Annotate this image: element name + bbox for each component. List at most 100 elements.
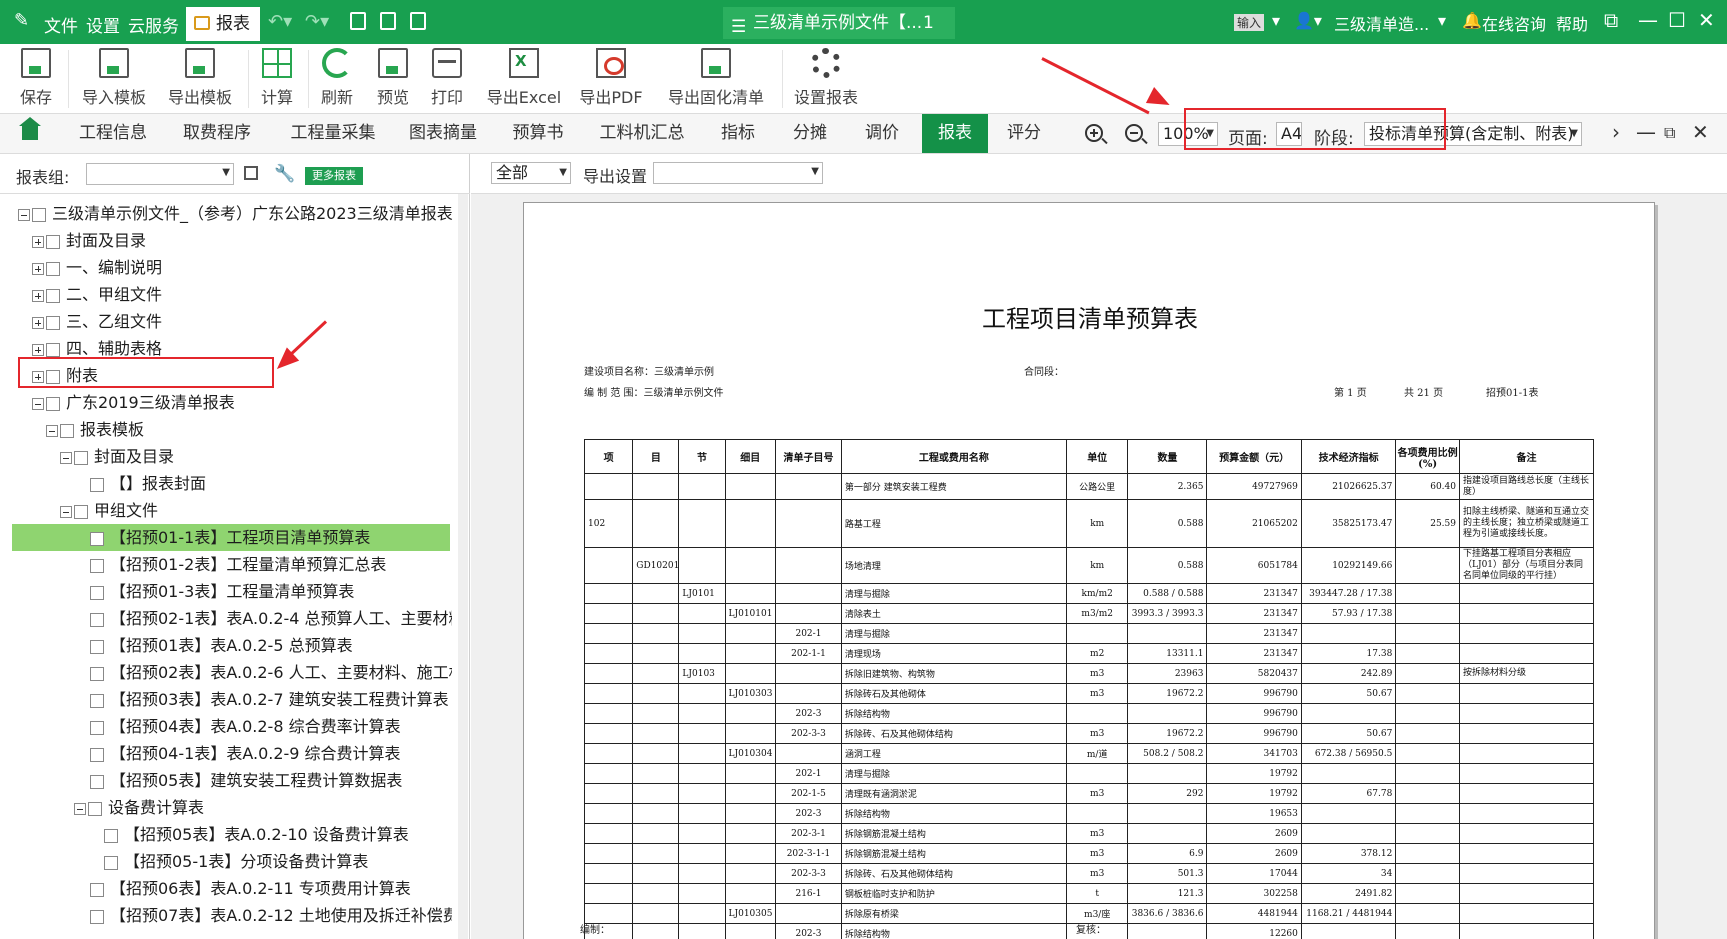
checkbox[interactable] bbox=[90, 720, 104, 735]
tree-node[interactable]: 报表模板 bbox=[46, 416, 144, 443]
tab-project-info[interactable]: 工程信息 bbox=[66, 114, 160, 153]
checkbox[interactable] bbox=[46, 261, 60, 276]
tab-drawing-extract[interactable]: 图表摘量 bbox=[396, 114, 490, 153]
tree-leaf[interactable]: 【招预07表】表A.0.2-12 土地使用及拆迁补偿费 bbox=[90, 902, 452, 929]
collapse-icon[interactable] bbox=[46, 424, 58, 437]
pin-icon[interactable]: ⧉ bbox=[1604, 8, 1618, 32]
zoom-out-icon[interactable] bbox=[1125, 124, 1143, 142]
collapse-icon[interactable] bbox=[32, 397, 44, 410]
save-button[interactable]: 保存 bbox=[12, 44, 60, 114]
account-name[interactable]: 三级清单造... bbox=[1334, 11, 1429, 35]
checkbox[interactable] bbox=[90, 666, 104, 681]
tree-node[interactable]: 封面及目录 bbox=[32, 227, 146, 254]
export-settings-select[interactable]: ▼ bbox=[653, 162, 823, 184]
expand-icon[interactable] bbox=[32, 289, 44, 302]
tree-scrollbar[interactable] bbox=[458, 194, 468, 939]
refresh-button[interactable]: 刷新 bbox=[314, 44, 360, 114]
help-menu[interactable]: 帮助 bbox=[1556, 11, 1588, 35]
tree-leaf-selected[interactable]: 【招预01-1表】工程项目清单预算表 bbox=[12, 524, 450, 551]
checkbox[interactable] bbox=[90, 909, 104, 924]
filter-select[interactable]: 全部 ▼ bbox=[491, 162, 571, 184]
export-pdf-button[interactable]: 导出PDF bbox=[574, 44, 648, 114]
panel-restore-icon[interactable]: ⧉ bbox=[1664, 123, 1675, 143]
tree-node[interactable]: 一、编制说明 bbox=[32, 254, 162, 281]
file-switcher[interactable]: ☰ 三级清单示例文件【... 1 bbox=[723, 7, 955, 39]
preview-button[interactable]: 预览 bbox=[370, 44, 416, 114]
checkbox[interactable] bbox=[90, 585, 104, 600]
tree-leaf[interactable]: 【招预04表】表A.0.2-8 综合费率计算表 bbox=[90, 713, 401, 740]
undo-icon[interactable]: ↶▾ bbox=[268, 11, 292, 32]
tree-leaf[interactable]: 【招预02表】表A.0.2-6 人工、主要材料、施工机 bbox=[90, 659, 452, 686]
checkbox[interactable] bbox=[104, 828, 118, 843]
chevron-right-icon[interactable]: › bbox=[1612, 120, 1620, 144]
tree-leaf[interactable]: 【招预05表】建筑安装工程费计算数据表 bbox=[90, 767, 402, 794]
tree-leaf[interactable]: 【】报表封面 bbox=[90, 470, 206, 497]
tree-node-guangdong-2019[interactable]: 广东2019三级清单报表 bbox=[32, 389, 235, 416]
checkbox[interactable] bbox=[90, 882, 104, 897]
expand-icon[interactable] bbox=[32, 235, 44, 248]
checkbox[interactable] bbox=[90, 774, 104, 789]
export-excel-button[interactable]: 导出Excel bbox=[484, 44, 564, 114]
collapse-icon[interactable] bbox=[74, 802, 86, 815]
save-icon[interactable] bbox=[244, 166, 258, 180]
panel-close-icon[interactable]: ✕ bbox=[1692, 120, 1709, 144]
checkbox[interactable] bbox=[46, 342, 60, 357]
panel-minimize-icon[interactable]: — bbox=[1636, 120, 1656, 144]
edit-icon[interactable] bbox=[380, 12, 396, 30]
zoom-in-icon[interactable] bbox=[1085, 124, 1103, 142]
more-reports-button[interactable]: 更多报表 bbox=[305, 167, 363, 185]
menu-cloud[interactable]: 云服务 bbox=[128, 12, 179, 37]
checkbox[interactable] bbox=[90, 612, 104, 627]
tab-materials-summary[interactable]: 工料机汇总 bbox=[592, 114, 692, 153]
export-fixed-list-button[interactable]: 导出固化清单 bbox=[660, 44, 772, 114]
report-module-tab[interactable]: 报表 bbox=[186, 7, 260, 41]
checkbox[interactable] bbox=[46, 234, 60, 249]
tree-leaf[interactable]: 【招预03表】表A.0.2-7 建筑安装工程费计算表 bbox=[90, 686, 449, 713]
checkbox[interactable] bbox=[90, 693, 104, 708]
collapse-icon[interactable] bbox=[18, 208, 30, 221]
calculator-icon[interactable] bbox=[350, 12, 366, 30]
menu-file[interactable]: 文件 bbox=[44, 12, 78, 37]
input-method-badge[interactable]: 输入 bbox=[1234, 14, 1265, 31]
tree-node[interactable]: 三、乙组文件 bbox=[32, 308, 162, 335]
expand-icon[interactable] bbox=[32, 343, 44, 356]
tree-node-root[interactable]: 三级清单示例文件_（参考）广东公路2023三级清单报表 bbox=[18, 200, 453, 227]
checkbox[interactable] bbox=[32, 207, 46, 222]
import-template-button[interactable]: 导入模板 bbox=[76, 44, 152, 114]
tab-reports[interactable]: 报表 bbox=[922, 114, 988, 153]
exit-icon[interactable] bbox=[410, 12, 426, 30]
checkbox[interactable] bbox=[46, 315, 60, 330]
collapse-icon[interactable] bbox=[60, 451, 72, 464]
tree-node[interactable]: 甲组文件 bbox=[60, 497, 158, 524]
minimize-icon[interactable]: — bbox=[1638, 8, 1658, 32]
wrench-icon[interactable]: 🔧 bbox=[274, 164, 295, 184]
checkbox[interactable] bbox=[90, 531, 104, 546]
home-icon[interactable] bbox=[19, 117, 41, 140]
collapse-icon[interactable] bbox=[60, 505, 72, 518]
calculate-button[interactable]: 计算 bbox=[254, 44, 300, 114]
tab-fee-procedure[interactable]: 取费程序 bbox=[170, 114, 264, 153]
tab-quantity-collection[interactable]: 工程量采集 bbox=[278, 114, 388, 153]
checkbox[interactable] bbox=[90, 639, 104, 654]
tree-node[interactable]: 封面及目录 bbox=[60, 443, 174, 470]
tree-leaf[interactable]: 【招预02-1表】表A.0.2-4 总预算人工、主要材料 bbox=[90, 605, 452, 632]
checkbox[interactable] bbox=[90, 558, 104, 573]
checkbox[interactable] bbox=[74, 504, 88, 519]
tab-allocation[interactable]: 分摊 bbox=[780, 114, 840, 153]
maximize-icon[interactable]: ☐ bbox=[1668, 8, 1686, 32]
tree-leaf[interactable]: 【招预05-1表】分项设备费计算表 bbox=[104, 848, 368, 875]
checkbox[interactable] bbox=[90, 477, 104, 492]
online-consult-menu[interactable]: 在线咨询 bbox=[1482, 11, 1546, 35]
report-settings-button[interactable]: 设置报表 bbox=[790, 44, 862, 114]
checkbox[interactable] bbox=[90, 747, 104, 762]
report-group-select[interactable]: ▼ bbox=[86, 163, 234, 185]
tree-node[interactable]: 设备费计算表 bbox=[74, 794, 204, 821]
tree-leaf[interactable]: 【招预01-2表】工程量清单预算汇总表 bbox=[90, 551, 386, 578]
tab-indicators[interactable]: 指标 bbox=[708, 114, 768, 153]
checkbox[interactable] bbox=[46, 396, 60, 411]
checkbox[interactable] bbox=[104, 855, 118, 870]
tree-leaf[interactable]: 【招预01-3表】工程量清单预算表 bbox=[90, 578, 354, 605]
user-icon[interactable]: 👤▾ bbox=[1294, 11, 1322, 30]
tree-leaf[interactable]: 【招预01表】表A.0.2-5 总预算表 bbox=[90, 632, 353, 659]
checkbox[interactable] bbox=[74, 450, 88, 465]
